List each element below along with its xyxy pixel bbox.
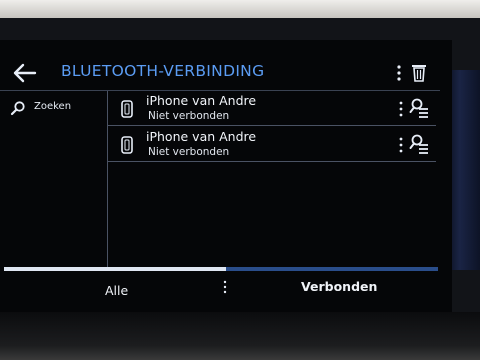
search-label: Zoeken: [34, 101, 72, 112]
device-name: iPhone van Andre: [146, 129, 257, 144]
device-list: iPhone van Andre Niet verbonden iPhone v…: [108, 91, 440, 267]
header-menu-button[interactable]: [395, 62, 403, 84]
delete-button[interactable]: [409, 62, 429, 84]
phone-icon: [121, 136, 133, 154]
phone-icon: [121, 100, 133, 118]
header-bar: BLUETOOTH-VERBINDING: [0, 54, 452, 92]
tab-label: Verbonden: [301, 279, 378, 294]
device-name: iPhone van Andre: [146, 93, 257, 108]
page-title: BLUETOOTH-VERBINDING: [61, 62, 265, 80]
row-divider: [108, 125, 436, 126]
device-status: Niet verbonden: [148, 146, 230, 158]
search-list-icon[interactable]: [408, 133, 430, 157]
trash-icon: [412, 65, 426, 82]
back-button[interactable]: [12, 62, 38, 84]
display-bottom-frame: [0, 312, 480, 360]
search-list-icon[interactable]: [408, 97, 430, 121]
tab-verbonden[interactable]: Verbonden: [232, 277, 438, 307]
vertical-dots-icon: [397, 65, 401, 81]
tab-alle[interactable]: Alle: [0, 277, 230, 307]
arrow-left-icon: [13, 63, 37, 83]
row-divider: [108, 161, 436, 162]
vertical-dots-icon[interactable]: [222, 279, 228, 295]
tab-bar: Alle Verbonden: [0, 265, 440, 310]
vertical-dots-icon[interactable]: [398, 99, 404, 119]
device-status: Niet verbonden: [148, 110, 230, 122]
search-button[interactable]: Zoeken: [10, 98, 100, 120]
tab-label: Alle: [105, 283, 129, 298]
magnifier-icon: [10, 101, 25, 116]
vertical-dots-icon[interactable]: [398, 135, 404, 155]
sidebar: Zoeken: [0, 91, 107, 267]
device-row[interactable]: iPhone van Andre Niet verbonden: [108, 127, 438, 162]
device-row[interactable]: iPhone van Andre Niet verbonden: [108, 91, 438, 126]
tab-indicator-active: [4, 267, 226, 271]
